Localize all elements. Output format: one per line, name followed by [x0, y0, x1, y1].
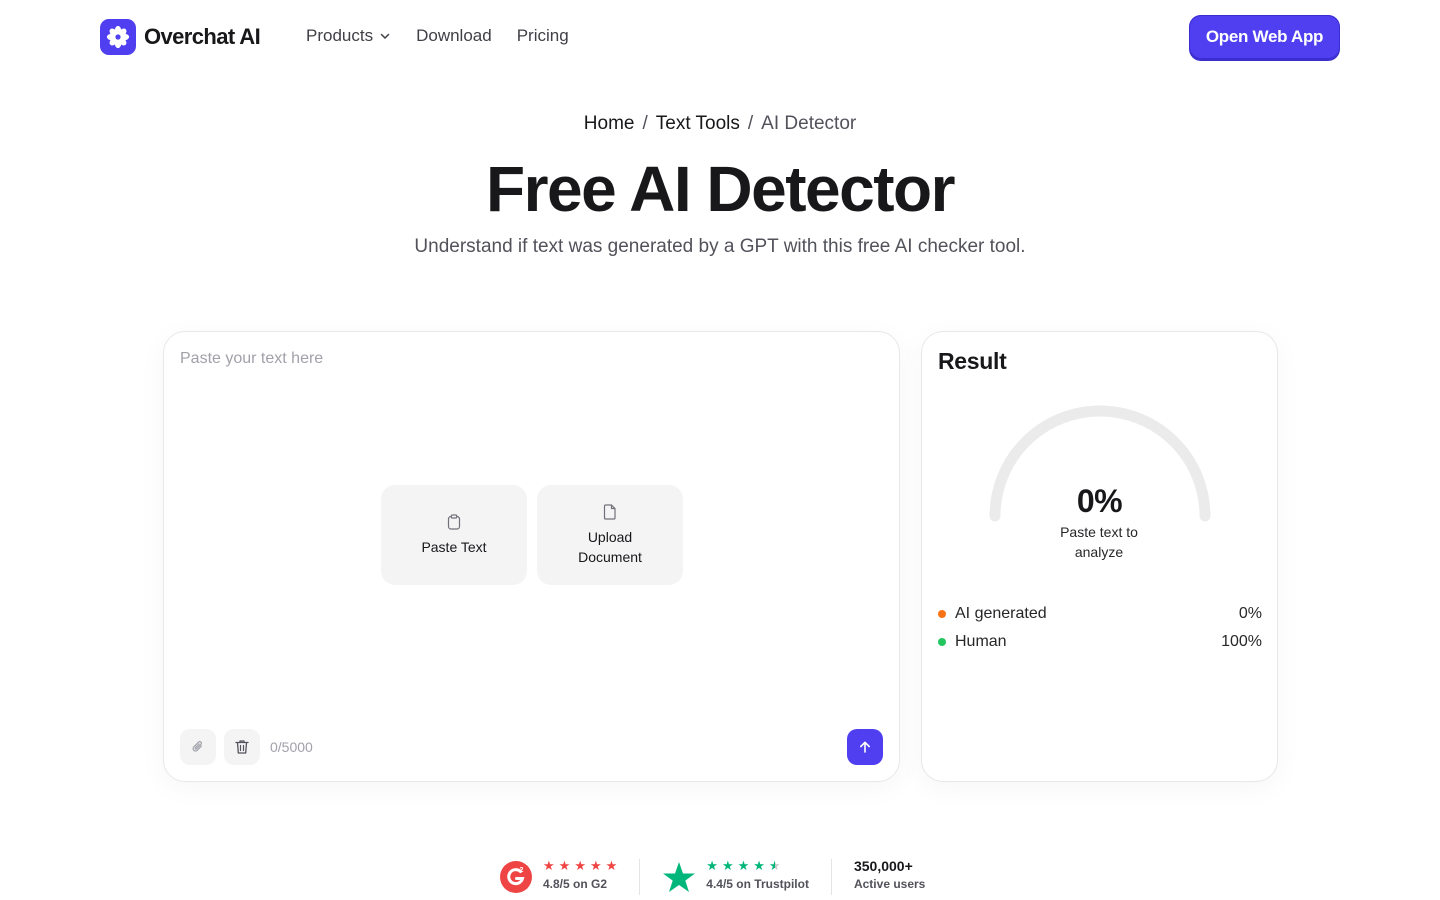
ai-dot-icon [938, 610, 946, 618]
g2-stars: ★ ★ ★ ★ ★ [543, 857, 618, 873]
human-dot-icon [938, 638, 946, 646]
attach-button[interactable] [180, 729, 216, 765]
clear-button[interactable] [224, 729, 260, 765]
legend-ai-value: 0% [1238, 605, 1262, 622]
trustpilot-rating-text: 4.4/5 on Trustpilot [706, 876, 809, 891]
trustpilot-rating[interactable]: ★ ★ ★ ★ ★ 4.4/5 on Trustpilot [662, 855, 809, 894]
legend-human: Human 100% [938, 628, 1262, 656]
nav-pricing-label: Pricing [516, 26, 569, 45]
clipboard-icon [447, 514, 461, 530]
nav-links: Products Download Pricing [306, 26, 569, 46]
paperclip-icon [192, 741, 203, 752]
legend-ai-label: AI generated [955, 605, 1047, 622]
paste-text-button[interactable]: Paste Text [381, 485, 527, 585]
divider [830, 859, 832, 895]
g2-logo-icon: 2 [500, 861, 532, 893]
nav-download-label: Download [416, 26, 492, 45]
active-users: 350,000+ Active users [854, 855, 925, 891]
trash-icon [235, 740, 249, 754]
nav-products[interactable]: Products [306, 26, 391, 46]
users-count: 350,000+ [853, 858, 913, 874]
g2-rating-text: 4.8/5 on G2 [543, 876, 608, 891]
result-legend: AI generated 0% Human 100% [938, 600, 1262, 656]
legend-ai-generated: AI generated 0% [938, 600, 1262, 628]
logo-mark-icon [100, 19, 136, 55]
page-subtitle: Understand if text was generated by a GP… [414, 236, 1026, 257]
ratings-bar: 2 ★ ★ ★ ★ ★ 4.8/5 on G2 ★ ★ ★ ★ ★ 4.4/5 on Trust… [499, 855, 925, 900]
breadcrumb-separator: / [642, 113, 648, 134]
breadcrumb-home[interactable]: Home [584, 113, 635, 134]
brand-name: Overchat AI [144, 24, 261, 49]
input-toolbar: 0/5000 [180, 729, 313, 765]
trustpilot-stars: ★ ★ ★ ★ ★ [706, 857, 781, 873]
divider [639, 859, 641, 895]
gauge-caption: Paste text to analyze [1060, 524, 1138, 560]
text-input-card: Paste Text Upload Document 0/5000 [163, 331, 900, 782]
breadcrumb-current: AI Detector [761, 113, 857, 134]
top-navigation: Overchat AI Products Download Pricing Op… [0, 0, 1440, 74]
text-input[interactable] [180, 350, 880, 450]
upload-document-button[interactable]: Upload Document [537, 485, 683, 585]
paste-text-label: Paste Text [421, 539, 487, 555]
nav-products-label: Products [306, 26, 374, 45]
svg-text:2: 2 [520, 867, 524, 874]
legend-human-label: Human [955, 633, 1007, 650]
result-card: Result 0% Paste text to analyze AI gener… [921, 331, 1278, 782]
open-web-app-button[interactable]: Open Web App [1189, 15, 1340, 59]
upload-document-label: Upload Document [578, 529, 642, 565]
nav-pricing[interactable]: Pricing [517, 26, 569, 46]
breadcrumb-separator: / [747, 113, 754, 134]
chevron-down-icon [380, 33, 390, 39]
users-label: Active users [853, 877, 926, 891]
breadcrumb: Home / Text Tools / AI Detector [0, 113, 1440, 135]
breadcrumb-text-tools[interactable]: Text Tools [656, 113, 740, 134]
nav-download[interactable]: Download [416, 26, 492, 46]
result-title: Result [938, 348, 1007, 374]
gauge-value: 0% [1076, 483, 1123, 519]
document-icon [603, 504, 616, 520]
submit-button[interactable] [847, 729, 883, 765]
arrow-up-icon [860, 741, 870, 753]
g2-rating[interactable]: 2 ★ ★ ★ ★ ★ 4.8/5 on G2 [499, 855, 617, 894]
trustpilot-star-icon [663, 862, 696, 892]
legend-human-value: 100% [1221, 633, 1262, 650]
character-counter: 0/5000 [270, 739, 313, 755]
brand-logo[interactable]: Overchat AI [100, 19, 261, 55]
page-title: Free AI Detector [486, 153, 956, 225]
